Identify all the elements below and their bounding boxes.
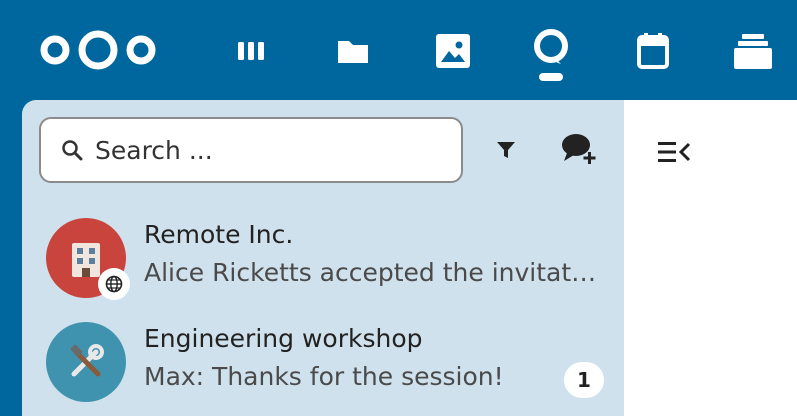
- talk-icon[interactable]: [530, 28, 572, 84]
- search-box[interactable]: [39, 117, 463, 183]
- filter-button[interactable]: [484, 128, 528, 172]
- image-icon[interactable]: [432, 30, 474, 72]
- main-content: [624, 100, 797, 416]
- toggle-sidebar-button[interactable]: [652, 132, 696, 172]
- avatar: [46, 322, 126, 402]
- conversation-item[interactable]: Remote Inc. Alice Ricketts accepted the …: [34, 200, 614, 300]
- building-icon: [72, 243, 100, 277]
- filter-icon: [497, 142, 515, 158]
- search-icon: [62, 140, 83, 161]
- conversation-sidebar: Remote Inc. Alice Ricketts accepted the …: [22, 100, 624, 416]
- tools-icon: [70, 344, 104, 377]
- conversation-title: Engineering workshop: [144, 324, 423, 353]
- folder-icon[interactable]: [332, 30, 374, 72]
- calendar-icon[interactable]: [632, 30, 674, 72]
- conversation-title: Remote Inc.: [144, 220, 294, 249]
- app-header: [0, 0, 797, 100]
- conversation-item[interactable]: Engineering workshop Max: Thanks for the…: [34, 304, 614, 402]
- menu-collapse-icon: [658, 142, 691, 162]
- globe-icon: [105, 275, 123, 293]
- conversation-last-message: Alice Ricketts accepted the invitation: [144, 258, 599, 287]
- unread-count-badge: 1: [564, 362, 604, 398]
- new-conversation-button[interactable]: [558, 128, 602, 172]
- chat-plus-icon: [562, 134, 596, 164]
- nextcloud-logo[interactable]: [38, 30, 158, 70]
- dashboard-icon[interactable]: [230, 30, 272, 72]
- conversation-last-message: Max: Thanks for the session!: [144, 362, 504, 391]
- deck-icon[interactable]: [732, 30, 774, 72]
- search-input[interactable]: [95, 135, 435, 165]
- federated-badge: [98, 268, 130, 300]
